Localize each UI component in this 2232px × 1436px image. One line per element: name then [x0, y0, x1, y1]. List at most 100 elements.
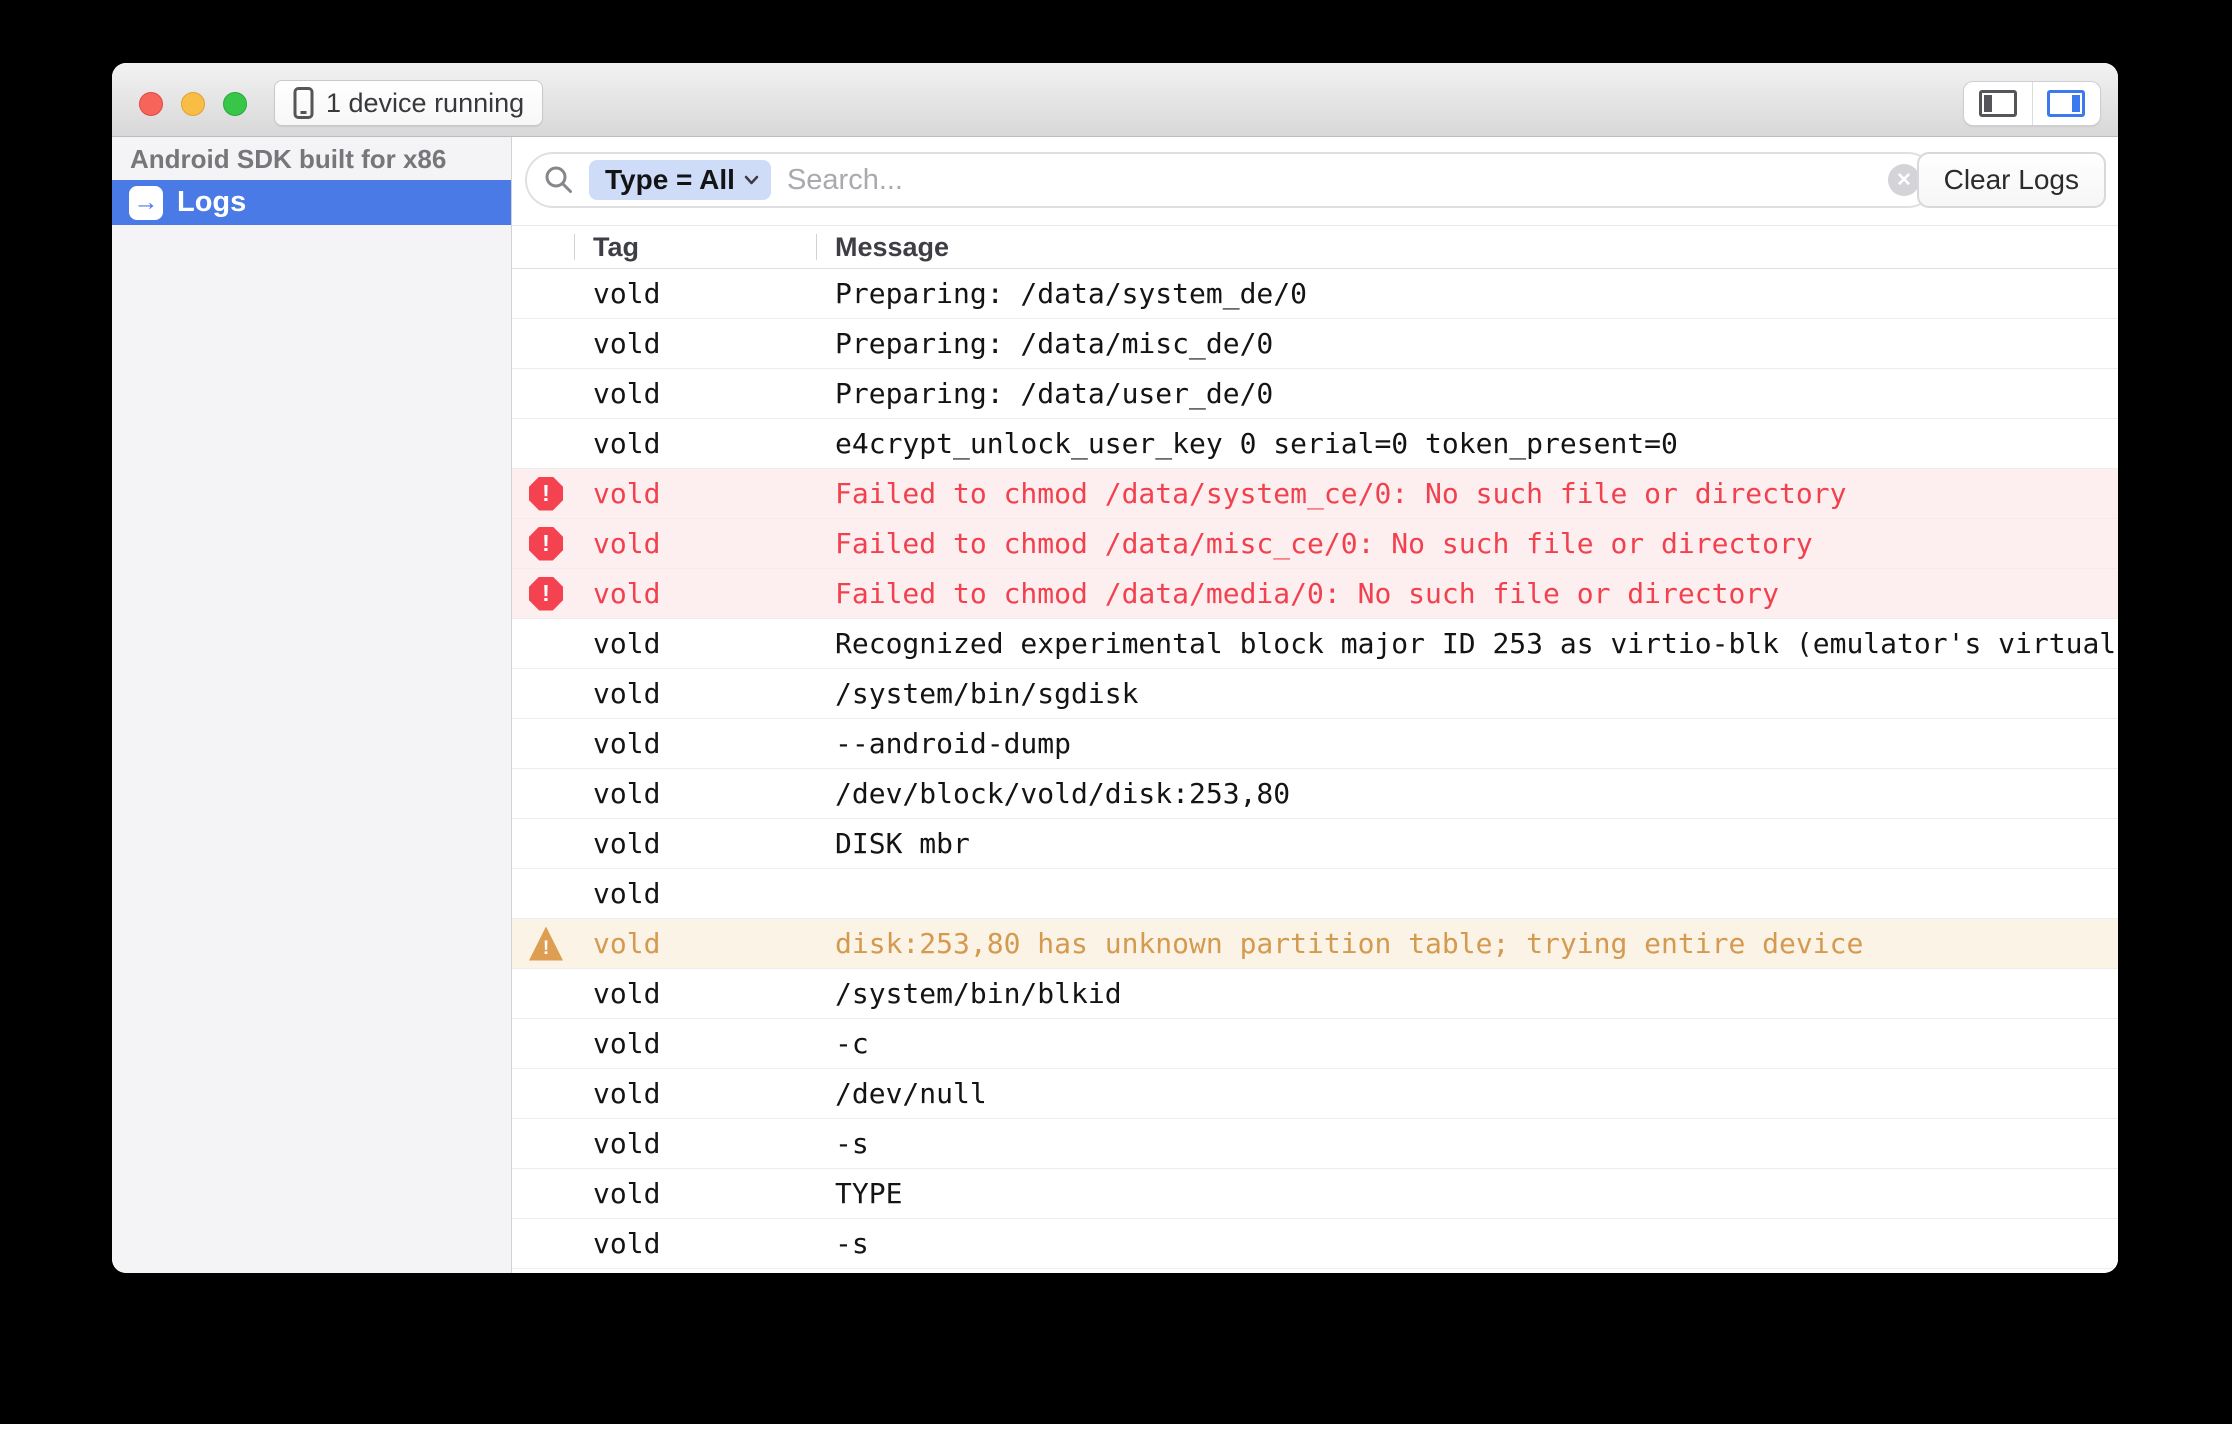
log-message: DISK mbr [816, 827, 2118, 860]
clear-logs-button[interactable]: Clear Logs [1917, 152, 2106, 208]
log-tag: vold [574, 777, 816, 810]
log-row[interactable]: vold Preparing: /data/user_de/0 [512, 369, 2118, 419]
log-tag: vold [574, 1077, 816, 1110]
log-tag: vold [574, 1177, 816, 1210]
left-panel-toggle-button[interactable] [1964, 82, 2032, 125]
log-row[interactable]: vold --android-dump [512, 719, 2118, 769]
log-level-cell: ! [512, 577, 574, 611]
log-message: -c [816, 1027, 2118, 1060]
log-level-cell: ! [512, 927, 574, 961]
app-window: 1 device running Android SDK built for x… [112, 63, 2118, 1273]
log-row[interactable]: vold e4crypt_unlock_user_key 0 serial=0 … [512, 419, 2118, 469]
log-tag: vold [574, 277, 816, 310]
titlebar: 1 device running [112, 63, 2118, 137]
zoom-button[interactable] [223, 92, 247, 116]
log-level-cell: ! [512, 477, 574, 511]
log-message: TYPE [816, 1177, 2118, 1210]
log-row[interactable]: vold /system/bin/blkid [512, 969, 2118, 1019]
log-row[interactable]: vold DISK mbr [512, 819, 2118, 869]
screen-bottom-strip [0, 1424, 2232, 1436]
error-icon: ! [529, 527, 563, 561]
log-row[interactable]: vold TYPE [512, 1169, 2118, 1219]
log-row[interactable]: ! vold Failed to chmod /data/system_ce/0… [512, 469, 2118, 519]
log-message: Preparing: /data/misc_de/0 [816, 327, 2118, 360]
sidebar-item-label: Logs [177, 186, 246, 219]
log-tag: vold [574, 977, 816, 1010]
log-row[interactable]: vold Preparing: /data/misc_de/0 [512, 319, 2118, 369]
log-message: -s [816, 1127, 2118, 1160]
search-field[interactable]: Type = All ✕ [525, 152, 1936, 208]
sidebar: Android SDK built for x86 → Logs [112, 137, 512, 1273]
log-row[interactable]: vold /dev/block/vold/disk:253,80 [512, 769, 2118, 819]
error-icon: ! [529, 477, 563, 511]
log-rows: vold Preparing: /data/system_de/0 vold P… [512, 269, 2118, 1273]
main-area: Android SDK built for x86 → Logs [112, 137, 2118, 1273]
log-tag: vold [574, 727, 816, 760]
chevron-down-icon [744, 175, 759, 185]
close-button[interactable] [139, 92, 163, 116]
log-row[interactable]: vold [512, 869, 2118, 919]
search-icon [543, 164, 575, 196]
log-tag: vold [574, 1027, 816, 1060]
log-message: Failed to chmod /data/system_ce/0: No su… [816, 477, 2118, 510]
log-row[interactable]: ! vold Failed to chmod /data/media/0: No… [512, 569, 2118, 619]
log-message: /system/bin/sgdisk [816, 677, 2118, 710]
device-status-label: 1 device running [326, 88, 524, 119]
log-message: Failed to chmod /data/misc_ce/0: No such… [816, 527, 2118, 560]
right-panel-toggle-button[interactable] [2032, 82, 2101, 125]
log-tag: vold [574, 577, 816, 610]
log-row[interactable]: vold -c [512, 1019, 2118, 1069]
warning-icon: ! [529, 927, 563, 961]
column-header-message: Message [816, 226, 2118, 268]
log-message: Recognized experimental block major ID 2… [816, 627, 2118, 660]
log-tag: vold [574, 877, 816, 910]
clear-search-icon[interactable]: ✕ [1888, 164, 1920, 196]
log-message: /dev/block/vold/disk:253,80 [816, 777, 2118, 810]
log-row[interactable]: vold Recognized experimental block major… [512, 619, 2118, 669]
log-row[interactable]: ! vold Failed to chmod /data/misc_ce/0: … [512, 519, 2118, 569]
log-row[interactable]: vold Preparing: /data/system_de/0 [512, 269, 2118, 319]
panel-toggle-group [1964, 82, 2100, 125]
right-panel-icon [2047, 90, 2085, 117]
log-row[interactable]: vold /system/bin/sgdisk [512, 669, 2118, 719]
toolbar: Type = All ✕ Clear Logs [512, 137, 2118, 225]
log-tag: vold [574, 527, 816, 560]
log-tag: vold [574, 1227, 816, 1260]
log-tag: vold [574, 927, 816, 960]
minimize-button[interactable] [181, 92, 205, 116]
logs-arrow-icon: → [129, 186, 163, 220]
traffic-lights [139, 92, 247, 116]
log-row[interactable]: ! vold disk:253,80 has unknown partition… [512, 919, 2118, 969]
log-message: disk:253,80 has unknown partition table;… [816, 927, 2118, 960]
log-row[interactable]: vold /dev/null [512, 1069, 2118, 1119]
log-tag: vold [574, 627, 816, 660]
log-level-cell: ! [512, 527, 574, 561]
log-message: /dev/null [816, 1077, 2118, 1110]
log-tag: vold [574, 477, 816, 510]
device-status-button[interactable]: 1 device running [274, 80, 543, 126]
log-table-header: Tag Message [512, 225, 2118, 269]
log-message: Preparing: /data/system_de/0 [816, 277, 2118, 310]
log-tag: vold [574, 827, 816, 860]
log-tag: vold [574, 377, 816, 410]
log-message: e4crypt_unlock_user_key 0 serial=0 token… [816, 427, 2118, 460]
log-message: --android-dump [816, 727, 2118, 760]
log-row[interactable]: vold -s [512, 1119, 2118, 1169]
sidebar-item-logs[interactable]: → Logs [112, 180, 511, 225]
log-message: /system/bin/blkid [816, 977, 2118, 1010]
error-icon: ! [529, 577, 563, 611]
filter-token[interactable]: Type = All [589, 160, 771, 200]
screen: { "titlebar": { "device_button_label": "… [0, 0, 2232, 1436]
phone-icon [293, 87, 314, 119]
log-message: -s [816, 1227, 2118, 1260]
filter-token-label: Type = All [605, 164, 735, 196]
search-input[interactable] [785, 163, 1874, 198]
log-row[interactable]: vold -s [512, 1219, 2118, 1269]
left-panel-icon [1979, 90, 2017, 117]
device-name-header: Android SDK built for x86 [112, 144, 511, 180]
log-tag: vold [574, 327, 816, 360]
column-header-spacer [512, 226, 574, 268]
clear-logs-label: Clear Logs [1944, 164, 2079, 196]
log-message: Failed to chmod /data/media/0: No such f… [816, 577, 2118, 610]
log-tag: vold [574, 427, 816, 460]
